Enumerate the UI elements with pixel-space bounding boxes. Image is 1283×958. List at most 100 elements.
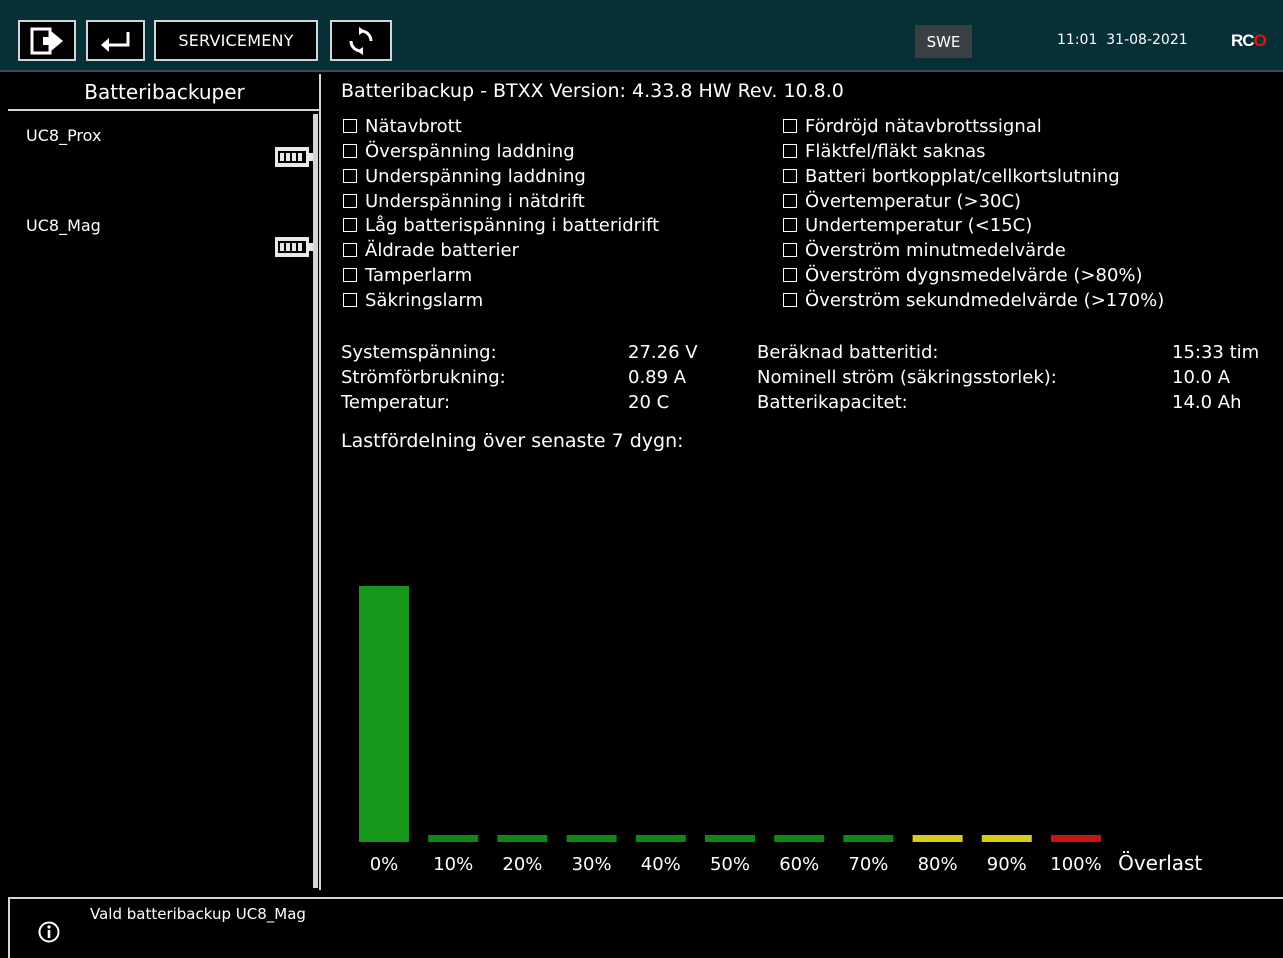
chart-title: Lastfördelning över senaste 7 dygn: — [341, 430, 684, 452]
top-bar: SERVICEMENY SWE 11:01 31-08-2021 RCO — [0, 0, 1283, 72]
clock: 11:01 31-08-2021 — [1057, 32, 1188, 48]
alarm-label: Underspänning i nätdrift — [365, 191, 585, 212]
sidebar-item-uc8-prox[interactable]: UC8_Prox — [8, 126, 313, 206]
sidebar-item-label: UC8_Prox — [26, 126, 102, 145]
chart-tick-label: 10% — [433, 854, 473, 875]
chart-bar — [428, 835, 479, 842]
refresh-icon — [349, 26, 373, 55]
alarm-label: Äldrade batterier — [365, 240, 519, 261]
alarm-checkbox — [783, 144, 797, 158]
alarm-label: Batteri bortkopplat/cellkortslutning — [805, 166, 1120, 187]
alarm-label: Överström dygnsmedelvärde (>80%) — [805, 265, 1143, 286]
alarm-checkbox — [343, 194, 357, 208]
sidebar: Batteribackuper UC8_Prox UC8_Mag — [8, 74, 321, 890]
alarm-item: Fördröjd nätavbrottssignal — [783, 115, 1042, 140]
exit-icon — [30, 27, 63, 54]
sidebar-item-uc8-mag[interactable]: UC8_Mag — [8, 216, 313, 296]
sidebar-title: Batteribackuper — [8, 74, 321, 111]
alarm-label: Säkringslarm — [365, 290, 484, 311]
chart-tick-label: 0% — [370, 854, 399, 875]
alarm-label: Fläktfel/fläkt saknas — [805, 141, 986, 162]
alarm-checkbox — [343, 119, 357, 133]
alarm-checkbox — [343, 268, 357, 282]
language-button[interactable]: SWE — [915, 25, 972, 58]
page-title: Batteribackup - BTXX Version: 4.33.8 HW … — [341, 80, 844, 102]
alarm-checkbox — [343, 169, 357, 183]
chart-tick-label: 90% — [987, 854, 1027, 875]
alarm-item: Övertemperatur (>30C) — [783, 190, 1021, 215]
alarm-label: Nätavbrott — [365, 116, 462, 137]
chart-tick-label: 80% — [918, 854, 958, 875]
alarm-checkbox — [343, 218, 357, 232]
alarm-item: Undertemperatur (<15C) — [783, 214, 1032, 239]
battery-full-icon — [275, 147, 313, 167]
servicemeny-button[interactable]: SERVICEMENY — [154, 20, 318, 61]
stat-value: 27.26 V — [628, 342, 698, 363]
alarm-checkbox — [343, 243, 357, 257]
alarm-checkbox — [783, 243, 797, 257]
chart-tick-label: 20% — [502, 854, 542, 875]
chart-bar — [1051, 835, 1101, 842]
chart-tick-label: 100% — [1050, 854, 1101, 875]
alarm-item: Batteri bortkopplat/cellkortslutning — [783, 165, 1120, 190]
stat-label: Nominell ström (säkringsstorlek): — [757, 367, 1057, 388]
alarm-label: Överspänning laddning — [365, 141, 575, 162]
return-button[interactable] — [86, 20, 145, 61]
chart-tick-label: 30% — [572, 854, 612, 875]
chart-tick-label: Överlast — [1118, 851, 1202, 875]
language-label: SWE — [926, 32, 961, 51]
time: 11:01 — [1057, 32, 1098, 48]
alarm-label: Underspänning laddning — [365, 166, 586, 187]
stat-label: Strömförbrukning: — [341, 367, 506, 388]
alarm-label: Tamperlarm — [365, 265, 473, 286]
refresh-button[interactable] — [330, 20, 392, 61]
sidebar-item-label: UC8_Mag — [26, 216, 101, 235]
stat-value: 10.0 A — [1172, 367, 1231, 388]
alarm-item: Underspänning laddning — [343, 165, 586, 190]
rco-logo: RCO — [1231, 31, 1267, 50]
alarm-checkbox — [783, 218, 797, 232]
chart-tick-label: 70% — [848, 854, 888, 875]
stat-value: 20 C — [628, 392, 670, 413]
sidebar-scrollbar[interactable] — [313, 114, 318, 888]
alarm-label: Fördröjd nätavbrottssignal — [805, 116, 1042, 137]
alarm-label: Överström sekundmedelvärde (>170%) — [805, 290, 1165, 311]
return-icon — [100, 31, 129, 52]
info-icon — [38, 921, 60, 943]
chart-bar — [566, 835, 617, 842]
alarm-label: Låg batterispänning i batteridrift — [365, 215, 660, 236]
chart-bar — [981, 835, 1032, 842]
stat-value: 15:33 tim — [1172, 342, 1260, 363]
alarm-item: Nätavbrott — [343, 115, 462, 140]
stat-value: 14.0 Ah — [1172, 392, 1242, 413]
chart-bar — [359, 586, 409, 842]
chart-tick-label: 50% — [710, 854, 750, 875]
stat-label: Beräknad batteritid: — [757, 342, 939, 363]
chart-bar — [843, 835, 894, 842]
stat-value: 0.89 A — [628, 367, 687, 388]
stat-label: Temperatur: — [341, 392, 451, 413]
stat-label: Batterikapacitet: — [757, 392, 908, 413]
alarm-checkbox — [783, 268, 797, 282]
chart-bar — [912, 835, 963, 842]
alarm-checkbox — [343, 293, 357, 307]
alarm-checkbox — [783, 169, 797, 183]
exit-button[interactable] — [18, 20, 76, 61]
chart-tick-label: 60% — [779, 854, 819, 875]
alarm-checkbox — [343, 144, 357, 158]
alarm-checkbox — [783, 119, 797, 133]
alarm-item: Fläktfel/fläkt saknas — [783, 140, 986, 165]
chart-bar — [497, 835, 548, 842]
alarm-item: Överström dygnsmedelvärde (>80%) — [783, 264, 1143, 289]
battery-full-icon — [275, 237, 313, 257]
load-distribution-chart: 0% 10% 20% 30% 40% 50% 60% 70% 80% 90% 100% Överlas… — [359, 586, 1202, 875]
alarm-item: Låg batterispänning i batteridrift — [343, 214, 659, 239]
status-bar: Vald batteribackup UC8_Mag — [8, 897, 1283, 958]
chart-tick-label: 40% — [641, 854, 681, 875]
alarm-item: Tamperlarm — [343, 264, 472, 289]
chart-bar — [705, 835, 755, 842]
alarm-item: Äldrade batterier — [343, 239, 519, 264]
alarm-item: Underspänning i nätdrift — [343, 190, 585, 215]
alarm-label: Överström minutmedelvärde — [805, 240, 1066, 261]
chart-bar — [635, 835, 686, 842]
